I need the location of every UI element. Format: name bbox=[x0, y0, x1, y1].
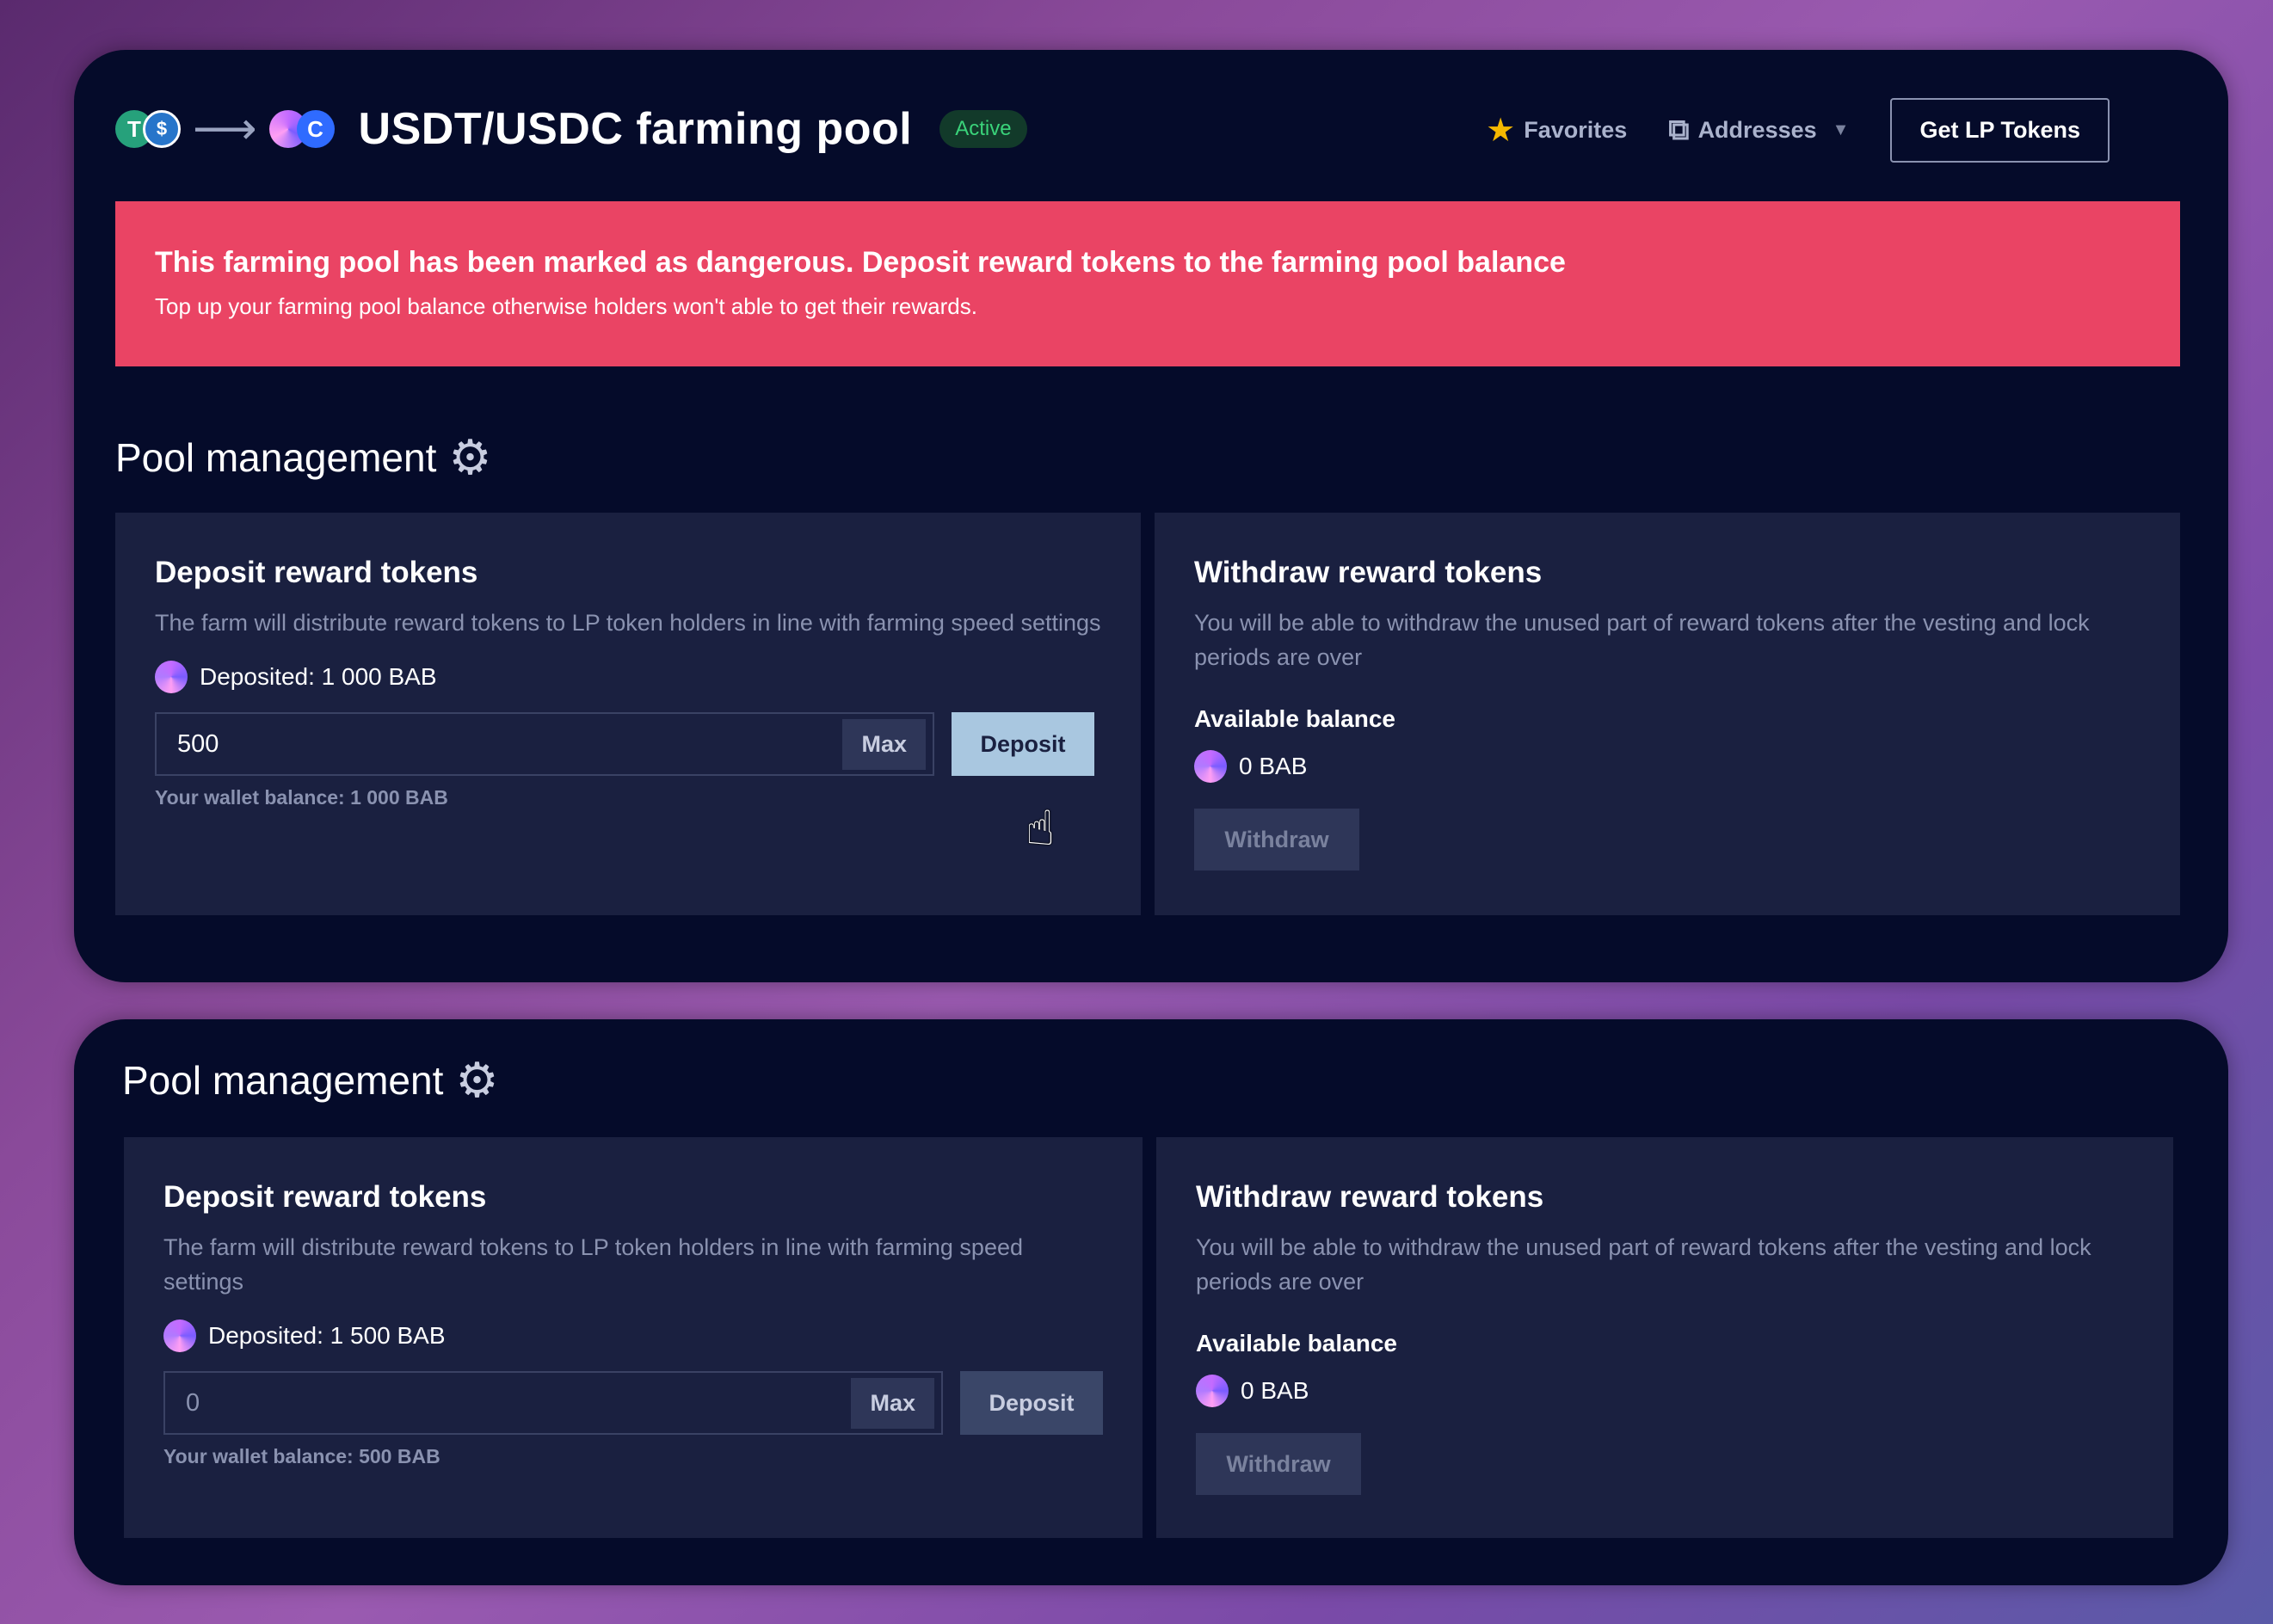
get-lp-tokens-button[interactable]: Get LP Tokens bbox=[1890, 98, 2110, 163]
deposited-label: Deposited: 1 000 BAB bbox=[200, 663, 437, 690]
deposit-description: The farm will distribute reward tokens t… bbox=[163, 1234, 1023, 1295]
max-button[interactable]: Max bbox=[851, 1377, 934, 1429]
bab-coin-icon bbox=[1194, 750, 1227, 783]
bab-coin-icon bbox=[155, 661, 188, 693]
deposit-amount-field: Max bbox=[163, 1371, 943, 1435]
withdraw-heading: Withdraw reward tokens bbox=[1196, 1180, 1544, 1214]
pool-header: T $ ⟶ C USDT/USDC farming pool Active bbox=[115, 102, 1027, 157]
available-balance-value: 0 BAB bbox=[1239, 753, 1308, 779]
withdraw-heading: Withdraw reward tokens bbox=[1194, 556, 1543, 589]
available-balance-label: Available balance bbox=[1196, 1330, 1397, 1356]
deposit-heading: Deposit reward tokens bbox=[155, 556, 478, 589]
external-link-icon: ⧉ bbox=[1668, 114, 1690, 146]
deposit-panel: Deposit reward tokens The farm will dist… bbox=[124, 1137, 1143, 1538]
header-actions: ★ Favorites ⧉ Addresses ▼ Get LP Tokens bbox=[1486, 98, 2110, 163]
danger-alert: This farming pool has been marked as dan… bbox=[115, 201, 2180, 366]
status-badge: Active bbox=[939, 110, 1027, 148]
section-title-label: Pool management bbox=[122, 1058, 444, 1103]
wallet-balance: Your wallet balance: 1 000 BAB bbox=[155, 786, 448, 809]
deposit-input-row: Max Deposit bbox=[155, 712, 1101, 776]
chevron-down-icon: ▼ bbox=[1832, 120, 1850, 139]
available-balance-value: 0 BAB bbox=[1241, 1377, 1309, 1404]
usdc-token-icon: $ bbox=[143, 110, 181, 148]
addresses-dropdown[interactable]: ⧉ Addresses ▼ bbox=[1668, 114, 1849, 147]
favorites-label: Favorites bbox=[1524, 117, 1628, 143]
withdraw-button[interactable]: Withdraw bbox=[1194, 809, 1359, 870]
alert-title: This farming pool has been marked as dan… bbox=[155, 246, 1566, 279]
deposit-amount-field: Max bbox=[155, 712, 934, 776]
alert-text: Top up your farming pool balance otherwi… bbox=[155, 293, 977, 319]
withdraw-panel: Withdraw reward tokens You will be able … bbox=[1155, 513, 2180, 915]
bab-coin-icon bbox=[1196, 1375, 1229, 1407]
deposit-panel: Deposit reward tokens The farm will dist… bbox=[115, 513, 1141, 915]
page-title: USDT/USDC farming pool bbox=[358, 104, 913, 154]
available-balance-label: Available balance bbox=[1194, 705, 1395, 732]
favorites-link[interactable]: ★ Favorites bbox=[1486, 111, 1627, 150]
deposit-button[interactable]: Deposit bbox=[960, 1371, 1103, 1435]
withdraw-description: You will be able to withdraw the unused … bbox=[1194, 610, 2090, 670]
deposit-input-row: Max Deposit bbox=[163, 1371, 1103, 1435]
deposit-button[interactable]: Deposit bbox=[952, 712, 1094, 776]
deposit-heading: Deposit reward tokens bbox=[163, 1180, 487, 1214]
withdraw-description: You will be able to withdraw the unused … bbox=[1196, 1234, 2091, 1295]
max-button[interactable]: Max bbox=[842, 718, 926, 770]
wallet-balance: Your wallet balance: 500 BAB bbox=[163, 1445, 440, 1467]
deposit-amount-input[interactable] bbox=[177, 729, 779, 759]
bab-coin-icon bbox=[163, 1320, 196, 1352]
hand-cursor-icon: ☝ bbox=[1026, 801, 1056, 855]
arrow-right-icon: ⟶ bbox=[193, 104, 257, 154]
token-pair-icons: T $ ⟶ C bbox=[115, 107, 335, 151]
deposited-amount: Deposited: 1 500 BAB bbox=[163, 1320, 1103, 1352]
section-title-label: Pool management bbox=[115, 435, 437, 480]
deposited-amount: Deposited: 1 000 BAB bbox=[155, 661, 1101, 693]
withdraw-panel: Withdraw reward tokens You will be able … bbox=[1156, 1137, 2173, 1538]
deposit-amount-input[interactable] bbox=[186, 1388, 788, 1418]
star-icon: ★ bbox=[1486, 113, 1516, 149]
withdraw-button[interactable]: Withdraw bbox=[1196, 1433, 1361, 1495]
addresses-label: Addresses bbox=[1697, 117, 1817, 143]
deposit-description: The farm will distribute reward tokens t… bbox=[155, 610, 1101, 636]
section-title: Pool management ⚙ bbox=[115, 434, 492, 482]
reward-token-icon: C bbox=[296, 110, 335, 148]
available-balance: 0 BAB bbox=[1196, 1375, 2134, 1407]
gear-icon[interactable]: ⚙ bbox=[448, 434, 491, 482]
section-title: Pool management ⚙ bbox=[122, 1056, 499, 1104]
deposited-label: Deposited: 1 500 BAB bbox=[208, 1322, 446, 1349]
available-balance: 0 BAB bbox=[1194, 750, 2141, 783]
gear-icon[interactable]: ⚙ bbox=[455, 1056, 498, 1104]
